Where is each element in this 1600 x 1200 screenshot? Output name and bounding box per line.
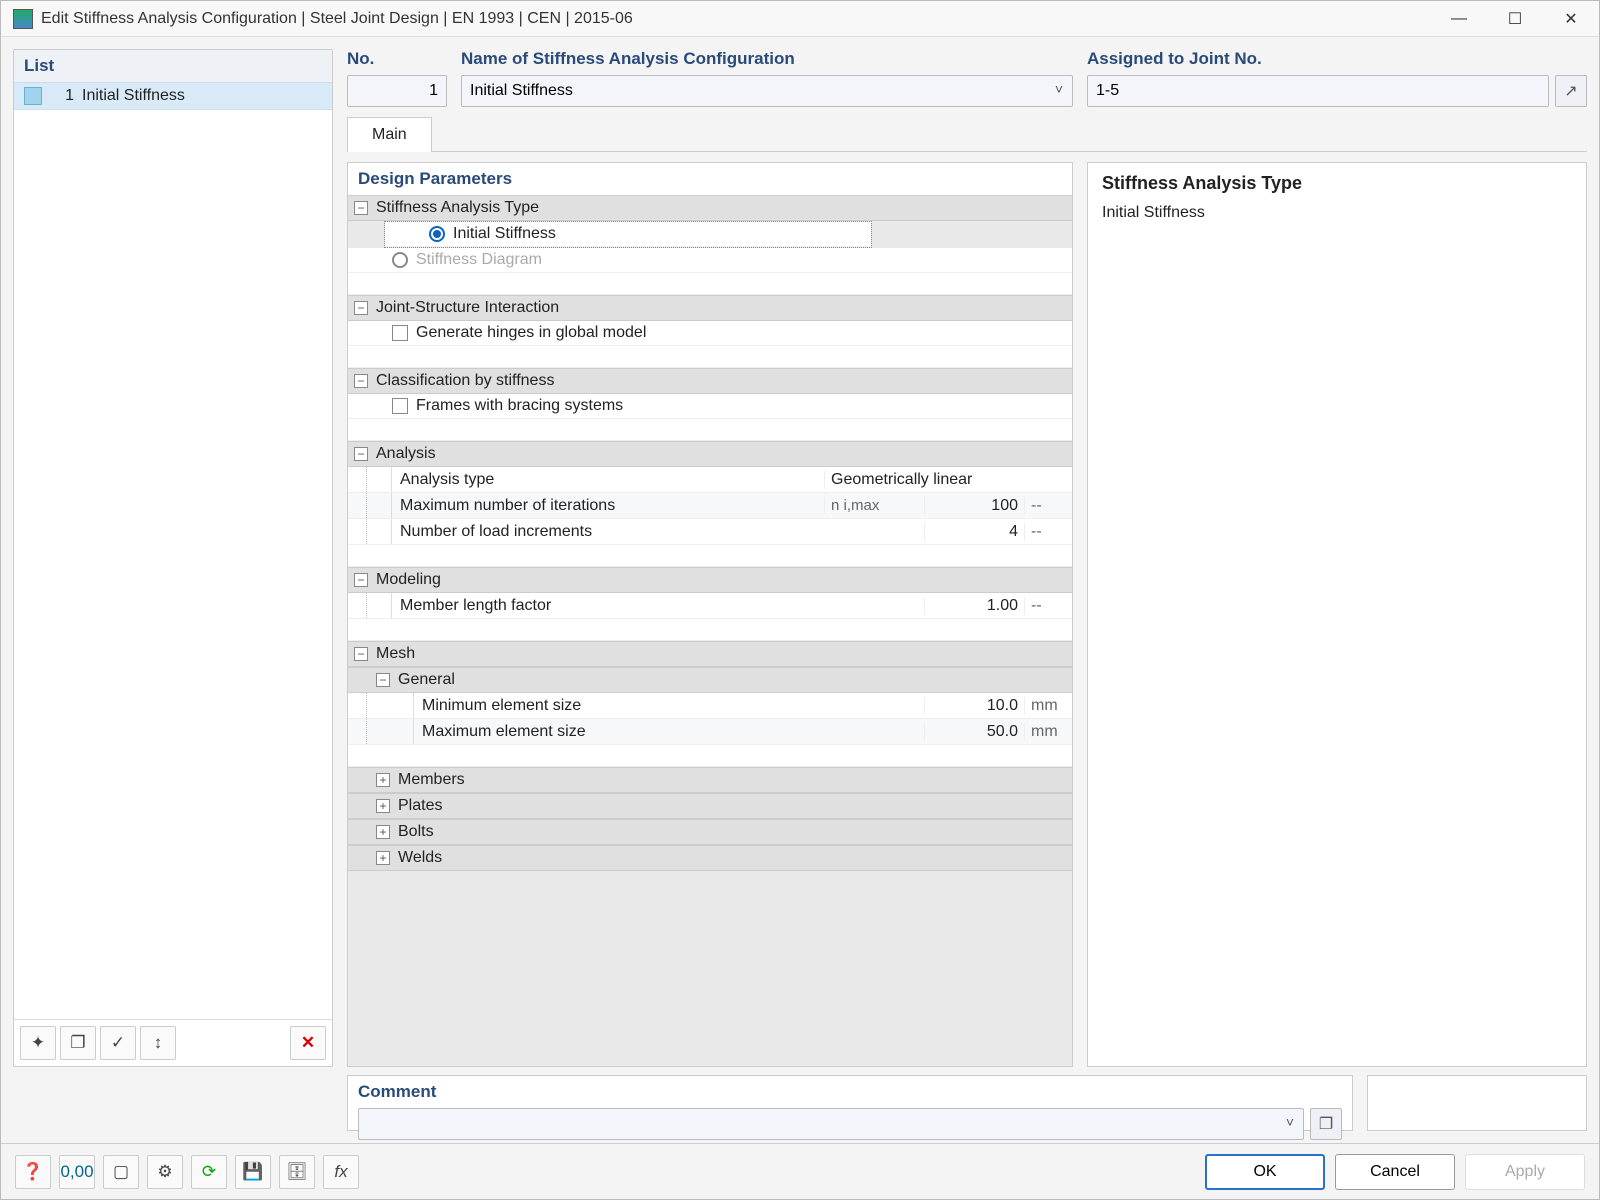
parameters-header: Design Parameters xyxy=(348,163,1072,195)
section-mesh[interactable]: − Mesh xyxy=(348,641,1072,667)
section-mesh-welds[interactable]: + Welds xyxy=(348,845,1072,871)
tab-strip: Main xyxy=(347,117,1587,152)
list-item[interactable]: 1 Initial Stiffness xyxy=(14,83,332,110)
collapse-icon[interactable]: − xyxy=(354,573,368,587)
comment-row: Comment ❐ xyxy=(333,1075,1587,1131)
minimize-button[interactable]: — xyxy=(1431,1,1487,37)
row-max-iterations: Maximum number of iterations n i,max 100… xyxy=(348,493,1072,519)
checkbox-icon xyxy=(392,325,408,341)
section-analysis[interactable]: − Analysis xyxy=(348,441,1072,467)
name-input[interactable] xyxy=(461,75,1073,107)
display-button[interactable]: ▢ xyxy=(103,1155,139,1189)
model-button[interactable]: ⚙ xyxy=(147,1155,183,1189)
collapse-icon[interactable]: − xyxy=(354,374,368,388)
list-item-num: 1 xyxy=(52,87,74,105)
list-header: List xyxy=(14,50,332,83)
bottom-tool-icons: ❓ 0,00 ▢ ⚙ ⟳ 💾 🗄 fx xyxy=(15,1155,359,1189)
info-panel: Stiffness Analysis Type Initial Stiffnes… xyxy=(1087,162,1587,1067)
comment-input[interactable] xyxy=(358,1108,1304,1140)
titlebar: Edit Stiffness Analysis Configuration | … xyxy=(1,1,1599,37)
right-side: No. Name of Stiffness Analysis Configura… xyxy=(333,49,1587,1067)
expand-icon[interactable]: + xyxy=(376,825,390,839)
info-title: Stiffness Analysis Type xyxy=(1102,173,1572,194)
assigned-label: Assigned to Joint No. xyxy=(1087,49,1587,69)
help-button[interactable]: ❓ xyxy=(15,1155,51,1189)
list-item-label: Initial Stiffness xyxy=(82,87,185,105)
row-max-element-size: Maximum element size 50.0 mm xyxy=(348,719,1072,745)
row-load-increments: Number of load increments 4 -- xyxy=(348,519,1072,545)
collapse-icon[interactable]: − xyxy=(354,447,368,461)
new-item-button[interactable]: ✦ xyxy=(20,1026,56,1060)
row-member-length-factor: Member length factor 1.00 -- xyxy=(348,593,1072,619)
no-input[interactable] xyxy=(347,75,447,107)
app-icon xyxy=(13,9,33,29)
radio-stiffness-diagram: Stiffness Diagram xyxy=(348,248,1072,273)
assigned-input[interactable] xyxy=(1087,75,1549,107)
reload-button[interactable]: ⟳ xyxy=(191,1155,227,1189)
section-mesh-plates[interactable]: + Plates xyxy=(348,793,1072,819)
section-stiffness-type[interactable]: − Stiffness Analysis Type xyxy=(348,195,1072,221)
row-analysis-type: Analysis type Geometrically linear xyxy=(348,467,1072,493)
comment-box: Comment ❐ xyxy=(347,1075,1353,1131)
expand-icon[interactable]: + xyxy=(376,799,390,813)
comment-more-button[interactable]: ❐ xyxy=(1310,1108,1342,1140)
checkbox-icon xyxy=(392,398,408,414)
cancel-button[interactable]: Cancel xyxy=(1335,1154,1455,1190)
check-generate-hinges[interactable]: Generate hinges in global model xyxy=(348,321,1072,346)
row-min-element-size: Minimum element size 10.0 mm xyxy=(348,693,1072,719)
info-text: Initial Stiffness xyxy=(1102,204,1572,222)
section-mesh-members[interactable]: + Members xyxy=(348,767,1072,793)
collapse-icon[interactable]: − xyxy=(354,201,368,215)
section-classification[interactable]: − Classification by stiffness xyxy=(348,368,1072,394)
dialog-window: Edit Stiffness Analysis Configuration | … xyxy=(0,0,1600,1200)
check-bracing-systems[interactable]: Frames with bracing systems xyxy=(348,394,1072,419)
color-swatch xyxy=(24,87,42,105)
apply-button: Apply xyxy=(1465,1154,1585,1190)
name-label: Name of Stiffness Analysis Configuration xyxy=(461,49,1073,69)
section-mesh-general[interactable]: − General xyxy=(348,667,1072,693)
collapse-icon[interactable]: − xyxy=(354,647,368,661)
preview-box xyxy=(1367,1075,1587,1131)
collapse-icon[interactable]: − xyxy=(354,301,368,315)
collapse-icon[interactable]: − xyxy=(376,673,390,687)
no-label: No. xyxy=(347,49,447,69)
expand-icon[interactable]: + xyxy=(376,851,390,865)
list-body: 1 Initial Stiffness xyxy=(14,83,332,1019)
main-split: Design Parameters − Stiffness Analysis T… xyxy=(347,162,1587,1067)
maximize-button[interactable]: ☐ xyxy=(1487,1,1543,37)
radio-initial-stiffness[interactable]: Initial Stiffness xyxy=(385,222,871,247)
close-button[interactable]: ✕ xyxy=(1543,1,1599,37)
radio-icon xyxy=(429,226,445,242)
save-button[interactable]: 💾 xyxy=(235,1155,271,1189)
delete-item-button[interactable]: ✕ xyxy=(290,1026,326,1060)
fx-button[interactable]: fx xyxy=(323,1155,359,1189)
section-modeling[interactable]: − Modeling xyxy=(348,567,1072,593)
section-mesh-bolts[interactable]: + Bolts xyxy=(348,819,1072,845)
window-title: Edit Stiffness Analysis Configuration | … xyxy=(41,10,1431,28)
comment-label: Comment xyxy=(358,1082,1342,1102)
pick-joint-button[interactable]: ↗ xyxy=(1555,75,1587,107)
ok-button[interactable]: OK xyxy=(1205,1154,1325,1190)
copy-item-button[interactable]: ❐ xyxy=(60,1026,96,1060)
content-area: List 1 Initial Stiffness ✦ ❐ ✓ ↕ ✕ No. xyxy=(1,37,1599,1143)
name-group: Name of Stiffness Analysis Configuration xyxy=(461,49,1073,107)
list-toolbar: ✦ ❐ ✓ ↕ ✕ xyxy=(14,1019,332,1066)
units-button[interactable]: 0,00 xyxy=(59,1155,95,1189)
no-group: No. xyxy=(347,49,447,107)
top-fields: No. Name of Stiffness Analysis Configura… xyxy=(347,49,1587,107)
list-panel: List 1 Initial Stiffness ✦ ❐ ✓ ↕ ✕ xyxy=(13,49,333,1067)
expand-icon[interactable]: + xyxy=(376,773,390,787)
assigned-group: Assigned to Joint No. ↗ xyxy=(1087,49,1587,107)
db-button[interactable]: 🗄 xyxy=(279,1155,315,1189)
section-interaction[interactable]: − Joint-Structure Interaction xyxy=(348,295,1072,321)
parameters-body: − Stiffness Analysis Type Initial Stiffn… xyxy=(348,195,1072,1066)
radio-icon xyxy=(392,252,408,268)
tab-main[interactable]: Main xyxy=(347,117,432,152)
check-button[interactable]: ✓ xyxy=(100,1026,136,1060)
sort-button[interactable]: ↕ xyxy=(140,1026,176,1060)
bottom-bar: ❓ 0,00 ▢ ⚙ ⟳ 💾 🗄 fx OK Cancel Apply xyxy=(1,1143,1599,1199)
parameters-panel: Design Parameters − Stiffness Analysis T… xyxy=(347,162,1073,1067)
